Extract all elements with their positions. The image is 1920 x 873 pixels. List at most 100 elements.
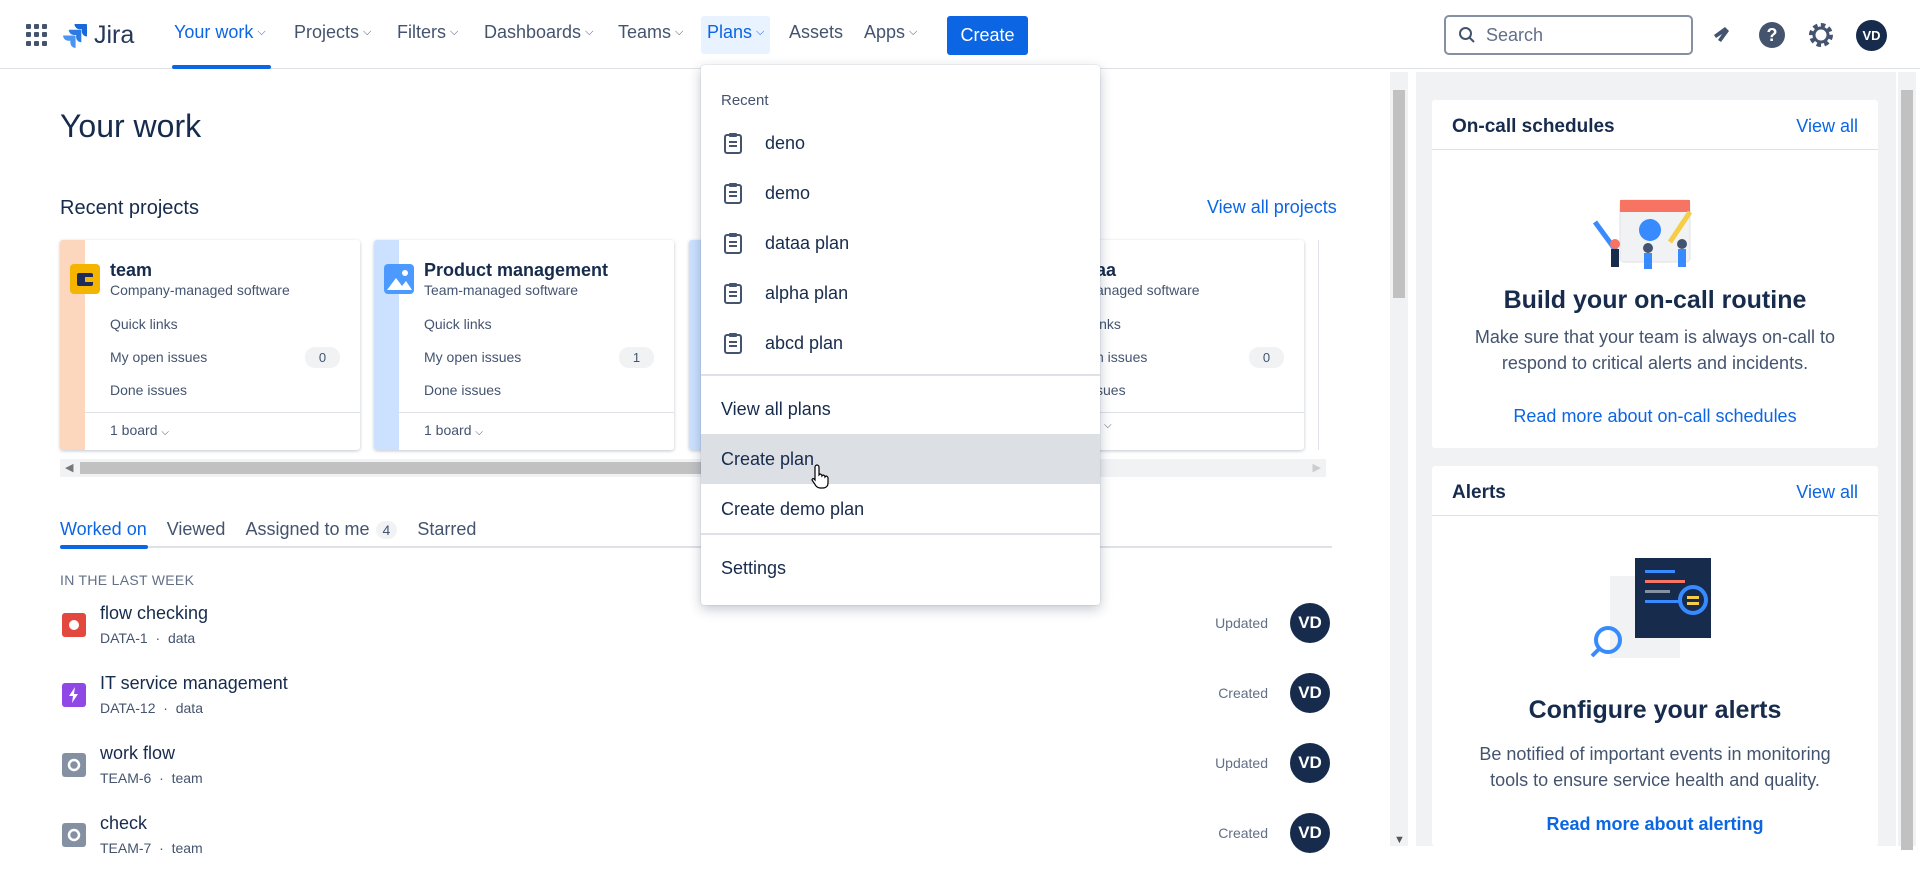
project-card[interactable]: team Company-managed software Quick link… xyxy=(60,240,360,450)
scrollbar-thumb[interactable] xyxy=(1901,90,1913,850)
nav-dashboards[interactable]: Dashboards ⌵ xyxy=(484,22,593,43)
create-button[interactable]: Create xyxy=(947,16,1028,55)
search-input[interactable]: Search xyxy=(1444,15,1693,55)
next-card-edge xyxy=(1318,240,1326,450)
divider xyxy=(399,412,674,413)
scroll-right-icon[interactable]: ▶ xyxy=(1313,461,1321,474)
nav-your-work[interactable]: Your work ⌵ xyxy=(174,22,266,43)
tab-starred[interactable]: Starred xyxy=(417,519,476,540)
view-all-projects-link[interactable]: View all projects xyxy=(1207,197,1337,218)
app-switcher-icon[interactable] xyxy=(26,24,48,46)
done-issues-link[interactable]: Done issues xyxy=(424,382,501,398)
item-meta: DATA-12 · data xyxy=(100,700,203,716)
chevron-down-icon: ⌵ xyxy=(475,427,483,438)
board-dropdown-label: 1 board xyxy=(110,422,158,438)
user-avatar[interactable]: VD xyxy=(1856,20,1887,51)
nav-your-work-label: Your work xyxy=(174,22,254,42)
scroll-down-icon[interactable]: ▼ xyxy=(1394,834,1405,846)
plan-label: deno xyxy=(765,133,806,153)
list-item[interactable]: flow checking DATA-1 · data Updated VD xyxy=(60,603,1332,663)
sidebar-vertical-scrollbar[interactable] xyxy=(1898,72,1916,850)
chevron-down-icon: ⌵ xyxy=(585,26,594,38)
my-open-issues-link[interactable]: My open issues xyxy=(424,349,521,365)
nav-apps[interactable]: Apps ⌵ xyxy=(864,22,917,43)
list-item[interactable]: check TEAM-7 · team Created VD xyxy=(60,813,1332,873)
panel-header: Alerts View all xyxy=(1432,466,1878,516)
item-title[interactable]: flow checking xyxy=(100,603,208,624)
tab-assigned-label: Assigned to me xyxy=(245,519,370,539)
project-name[interactable]: team xyxy=(110,260,152,281)
section-label: IN THE LAST WEEK xyxy=(60,572,195,588)
chevron-down-icon[interactable]: ⌵ xyxy=(1104,420,1112,431)
nav-apps-label: Apps xyxy=(864,22,906,42)
item-status: Updated xyxy=(1215,615,1268,631)
plan-icon xyxy=(724,333,742,354)
search-placeholder: Search xyxy=(1486,24,1544,45)
list-item[interactable]: IT service management DATA-12 · data Cre… xyxy=(60,673,1332,733)
panel-title: Alerts xyxy=(1452,482,1506,503)
help-icon[interactable]: ? xyxy=(1757,20,1787,50)
nav-filters[interactable]: Filters ⌵ xyxy=(397,22,458,43)
view-all-plans-label: View all plans xyxy=(721,399,831,419)
done-issues-link[interactable]: Done issues xyxy=(110,382,187,398)
plans-settings-item[interactable]: Settings xyxy=(701,543,1100,593)
scrollbar-thumb[interactable] xyxy=(1393,90,1405,298)
panel-header: On-call schedules View all xyxy=(1432,100,1878,150)
main-vertical-scrollbar[interactable]: ▼ xyxy=(1390,72,1408,846)
tab-assigned-to-me[interactable]: Assigned to me 4 xyxy=(245,519,398,540)
scroll-left-icon[interactable]: ◀ xyxy=(65,461,73,474)
tab-viewed[interactable]: Viewed xyxy=(167,519,226,540)
recent-plan-item[interactable]: demo xyxy=(701,168,1100,218)
view-all-link[interactable]: View all xyxy=(1796,482,1858,503)
create-demo-plan-item[interactable]: Create demo plan xyxy=(701,484,1100,534)
oncall-read-more-link[interactable]: Read more about on-call schedules xyxy=(1432,406,1878,427)
view-all-link[interactable]: View all xyxy=(1796,116,1858,137)
item-title[interactable]: IT service management xyxy=(100,673,288,694)
item-project: data xyxy=(175,700,203,716)
alerts-heading: Configure your alerts xyxy=(1528,696,1782,724)
nav-filters-label: Filters xyxy=(397,22,446,42)
item-key: TEAM-6 xyxy=(100,770,152,786)
recent-plan-item[interactable]: alpha plan xyxy=(701,268,1100,318)
alerts-read-more-link[interactable]: Read more about alerting xyxy=(1432,814,1878,835)
nav-assets-label: Assets xyxy=(789,22,844,42)
jira-logo[interactable]: Jira xyxy=(62,18,134,52)
svg-text:?: ? xyxy=(1767,25,1778,45)
search-icon xyxy=(1459,27,1475,43)
alerts-description: Be notified of important events in monit… xyxy=(1479,744,1831,790)
project-name[interactable]: Product management xyxy=(424,260,608,281)
top-navigation: Jira Your work ⌵ Projects ⌵ Filters ⌵ Dashb… xyxy=(0,0,1920,69)
item-key: TEAM-7 xyxy=(100,840,152,856)
recent-plan-item[interactable]: deno xyxy=(701,118,1100,168)
nav-projects[interactable]: Projects ⌵ xyxy=(294,22,371,43)
my-open-issues-link[interactable]: n issues xyxy=(1096,349,1147,365)
project-card[interactable]: Product management Team-managed software… xyxy=(374,240,674,450)
nav-teams[interactable]: Teams ⌵ xyxy=(618,22,683,43)
horizontal-scrollbar[interactable]: ◀ ▶ xyxy=(60,459,1326,477)
recent-plan-item[interactable]: abcd plan xyxy=(701,318,1100,368)
notifications-icon[interactable] xyxy=(1707,20,1737,50)
oncall-panel: On-call schedules View all Build your on… xyxy=(1432,100,1878,448)
bug-icon xyxy=(62,613,86,637)
tab-worked-on[interactable]: Worked on xyxy=(60,519,147,540)
nav-projects-label: Projects xyxy=(294,22,360,42)
nav-assets[interactable]: Assets xyxy=(789,22,843,43)
settings-gear-icon[interactable] xyxy=(1806,20,1836,50)
chevron-down-icon: ⌵ xyxy=(161,427,169,438)
my-open-issues-link[interactable]: My open issues xyxy=(110,349,207,365)
item-project: team xyxy=(171,840,203,856)
item-title[interactable]: check xyxy=(100,813,147,834)
scrollbar-thumb[interactable] xyxy=(80,462,760,474)
quick-links-label: Quick links xyxy=(424,316,492,332)
list-item[interactable]: work flow TEAM-6 · team Updated VD xyxy=(60,743,1332,803)
nav-plans[interactable]: Plans ⌵ xyxy=(707,22,764,43)
jira-logo-icon xyxy=(63,24,87,48)
done-issues-link[interactable]: sues xyxy=(1096,382,1126,398)
board-dropdown[interactable]: 1 board ⌵ xyxy=(110,422,169,438)
item-title[interactable]: work flow xyxy=(100,743,175,764)
board-dropdown[interactable]: 1 board ⌵ xyxy=(424,422,483,438)
view-all-plans-item[interactable]: View all plans xyxy=(701,384,1100,434)
create-demo-plan-label: Create demo plan xyxy=(721,499,865,519)
recent-plan-item[interactable]: dataa plan xyxy=(701,218,1100,268)
create-plan-item[interactable]: Create plan xyxy=(701,434,1100,484)
